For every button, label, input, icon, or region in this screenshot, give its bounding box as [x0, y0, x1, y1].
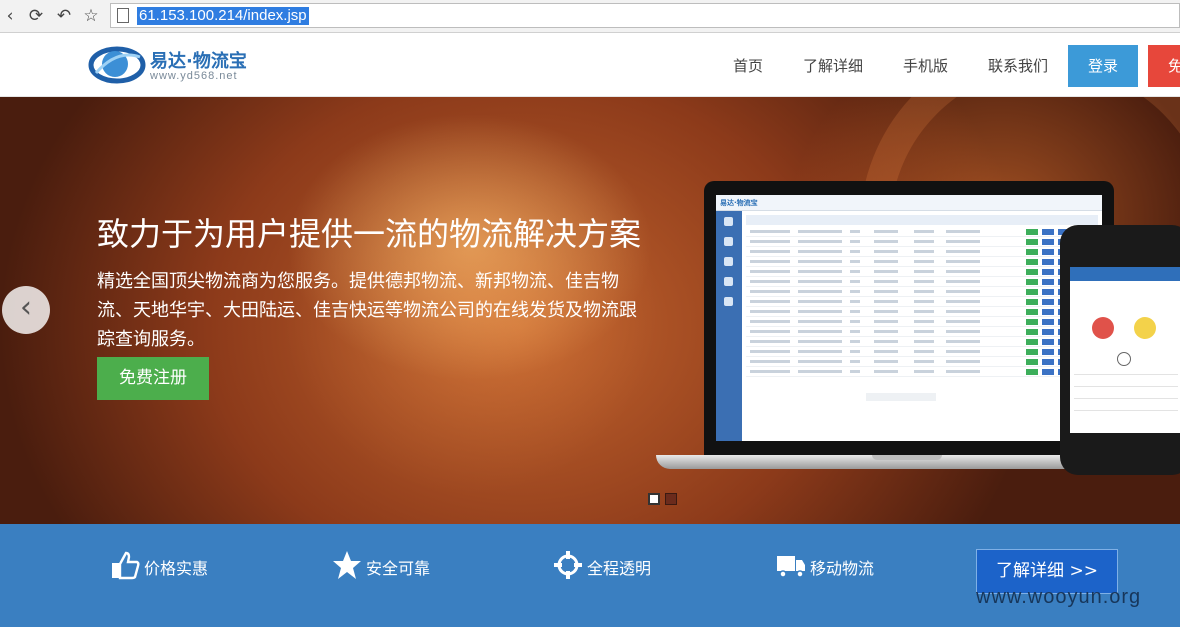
chevron-left-icon[interactable]: ‹ [2, 286, 50, 334]
back-icon[interactable]: ‹ [0, 6, 20, 26]
undo-icon[interactable]: ↶ [54, 6, 74, 26]
phone-mockup [1060, 225, 1180, 475]
carousel-dot-2[interactable] [665, 493, 677, 505]
hero-description: 精选全国顶尖物流商为您服务。提供德邦物流、新邦物流、佳吉物流、天地华宇、大田陆运… [97, 271, 637, 350]
register-button[interactable]: 免 [1148, 45, 1180, 87]
nav-home[interactable]: 首页 [733, 55, 763, 76]
site-header: 易达·物流宝 www.yd568.net 首页 了解详细 手机版 联系我们 登录… [0, 33, 1180, 97]
feature-bar: 价格实惠 安全可靠 全程透明 移动物流 了解详细 >> www.wooyun.o… [0, 524, 1180, 627]
free-register-button[interactable]: 免费注册 [97, 357, 209, 400]
login-button[interactable]: 登录 [1068, 45, 1138, 87]
hero-banner: 致力于为用户提供一流的物流解决方案 精选全国顶尖物流商为您服务。提供德邦物流、新… [0, 97, 1180, 524]
logo-globe-icon [88, 46, 146, 84]
crosshair-icon [554, 551, 582, 579]
feature-label: 全程透明 [587, 559, 652, 578]
phone-screen [1070, 267, 1180, 433]
watermark: www.wooyun.org [976, 586, 1142, 608]
screen-sidebar [716, 211, 742, 441]
nav-contact[interactable]: 联系我们 [988, 55, 1048, 76]
logo-url: www.yd568.net [150, 70, 238, 82]
screen-pager [866, 393, 936, 401]
laptop-screen: 易达·物流宝 [716, 195, 1102, 441]
nav-details[interactable]: 了解详细 [803, 55, 863, 76]
truck-icon [777, 556, 805, 578]
refresh-icon[interactable]: ⟳ [26, 6, 46, 26]
address-bar[interactable]: 61.153.100.214/index.jsp [110, 3, 1180, 28]
feature-label: 价格实惠 [144, 559, 209, 578]
screen-logo: 易达·物流宝 [720, 199, 758, 207]
hero-headline: 致力于为用户提供一流的物流解决方案 [97, 215, 642, 253]
screen-table [746, 215, 1098, 377]
browser-toolbar: ‹ ⟳ ↶ ☆ 61.153.100.214/index.jsp [0, 0, 1180, 33]
url-text[interactable]: 61.153.100.214/index.jsp [137, 7, 309, 25]
nav-mobile[interactable]: 手机版 [903, 55, 948, 76]
logo[interactable]: 易达·物流宝 www.yd568.net [88, 43, 258, 89]
feature-label: 移动物流 [810, 559, 875, 578]
feature-label: 安全可靠 [366, 559, 431, 578]
star-icon[interactable]: ☆ [81, 6, 101, 26]
carousel-dot-1[interactable] [648, 493, 660, 505]
page-icon [117, 8, 129, 23]
star-icon [333, 551, 361, 579]
laptop-mockup: 易达·物流宝 [704, 181, 1114, 455]
thumbs-up-icon [112, 551, 140, 580]
phone-home-button [1117, 352, 1131, 366]
